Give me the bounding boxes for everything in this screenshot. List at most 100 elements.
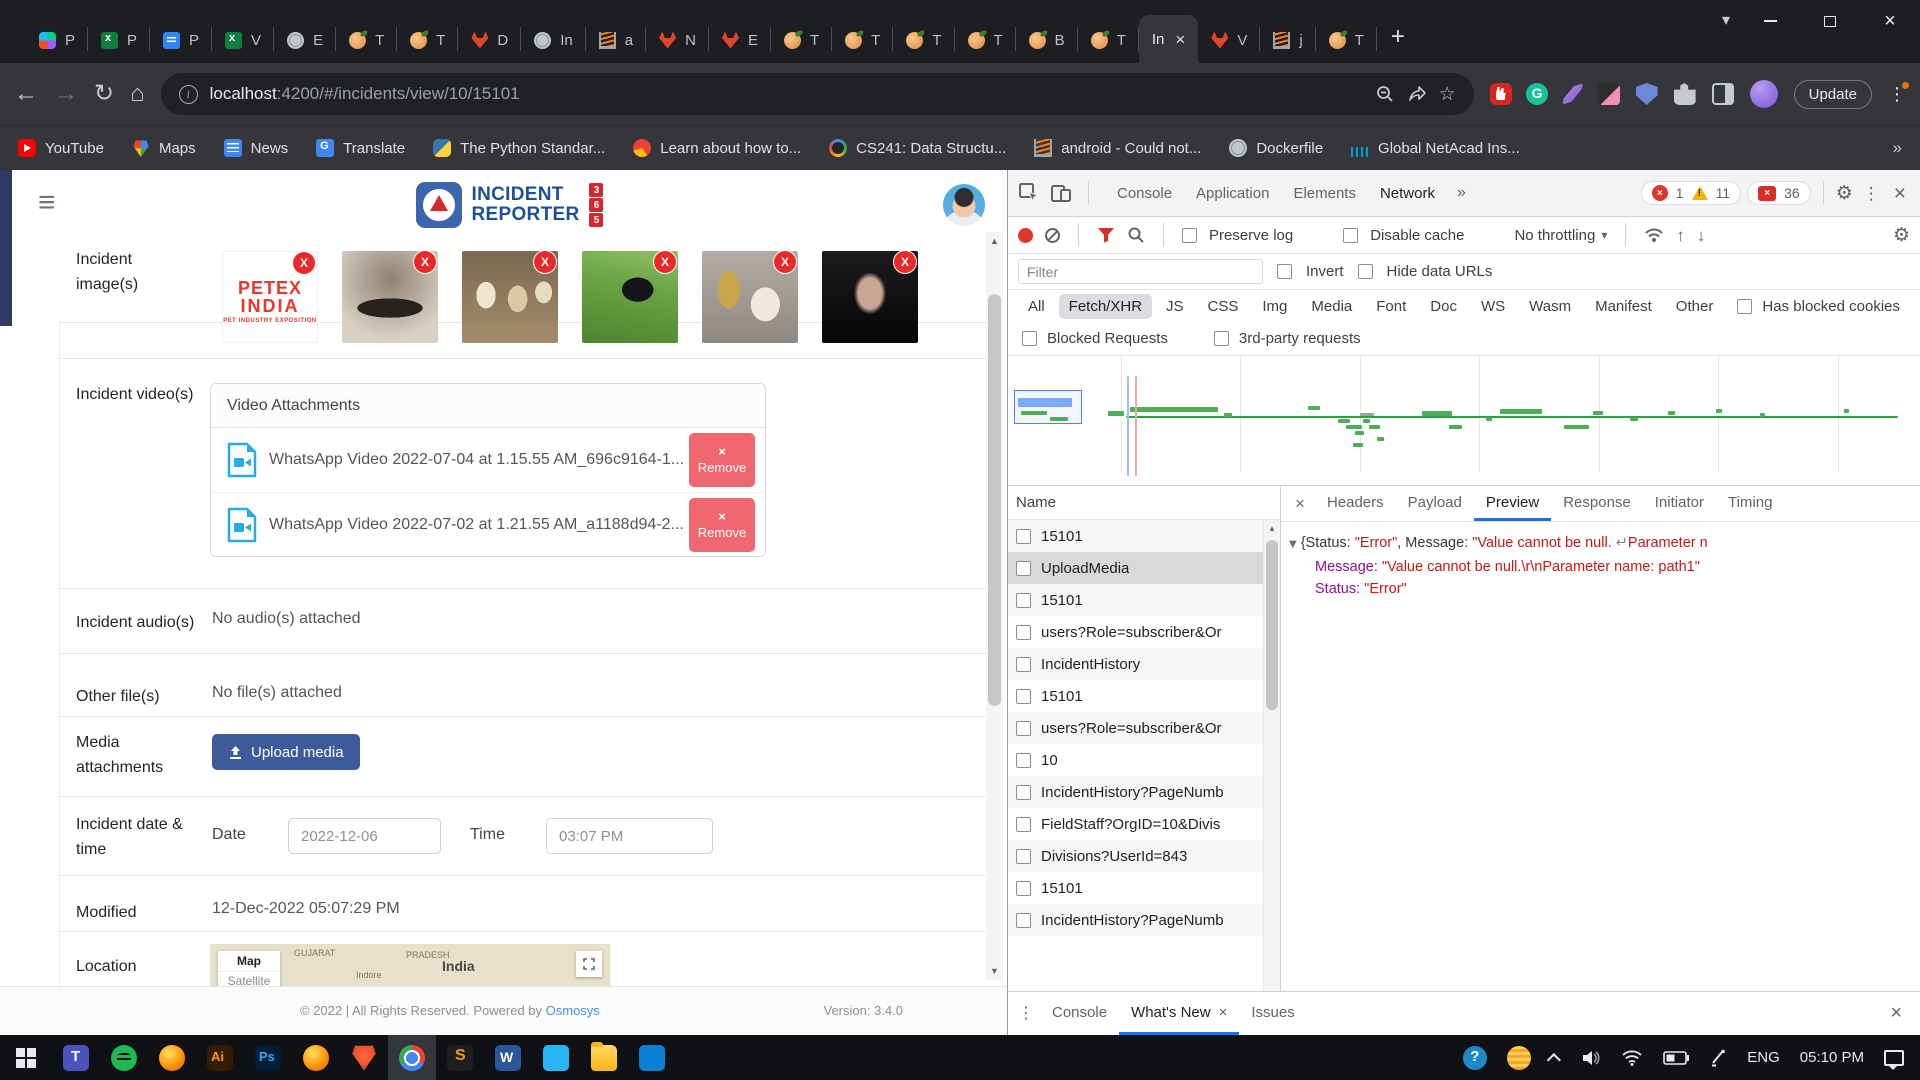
scroll-thumb[interactable] xyxy=(988,294,1001,706)
bookmark-item[interactable]: News xyxy=(224,139,289,157)
bookmark-item[interactable]: The Python Standar... xyxy=(433,139,605,157)
map-button[interactable]: Map xyxy=(218,951,280,971)
zoom-out-icon[interactable] xyxy=(1375,84,1395,104)
browser-tab[interactable]: T × xyxy=(832,17,893,63)
inspect-element-icon[interactable] xyxy=(1018,182,1040,204)
start-button[interactable] xyxy=(0,1035,52,1080)
incident-image-thumbnail[interactable]: X xyxy=(342,251,438,343)
remove-image-icon[interactable]: X xyxy=(293,252,315,274)
location-map[interactable]: GUJARAT PRADESH India Indore Map Satelli… xyxy=(210,944,610,988)
request-checkbox[interactable] xyxy=(1016,721,1031,736)
browser-tab[interactable]: V × xyxy=(212,17,274,63)
tray-expand-icon[interactable] xyxy=(1551,1053,1561,1063)
network-request-row[interactable]: FieldStaff?OrgID=10&Divis xyxy=(1008,808,1280,840)
request-checkbox[interactable] xyxy=(1016,593,1031,608)
site-info-icon[interactable]: i xyxy=(179,85,198,104)
extension-icon[interactable] xyxy=(1562,83,1584,105)
side-panel-icon[interactable] xyxy=(1712,83,1734,105)
browser-tab[interactable]: T × xyxy=(1078,17,1139,63)
browser-tab[interactable]: T × xyxy=(893,17,954,63)
scroll-thumb[interactable] xyxy=(1266,540,1278,710)
taskbar-app[interactable] xyxy=(148,1035,196,1080)
invert-checkbox[interactable] xyxy=(1277,264,1292,279)
third-party-checkbox[interactable] xyxy=(1214,331,1229,346)
taskbar-app[interactable] xyxy=(292,1035,340,1080)
bookmark-item[interactable]: Global NetAcad Ins... xyxy=(1351,139,1520,157)
extension-icon[interactable] xyxy=(1490,83,1512,105)
issues-badge[interactable]: × 36 xyxy=(1747,181,1811,205)
browser-tab[interactable]: E × xyxy=(274,17,336,63)
preserve-log-checkbox[interactable] xyxy=(1182,228,1197,243)
taskbar-app[interactable] xyxy=(628,1035,676,1080)
resource-filter-chip[interactable]: WS xyxy=(1471,294,1515,319)
weather-tray-icon[interactable] xyxy=(1507,1046,1531,1070)
extension-icon[interactable] xyxy=(1598,83,1620,105)
tab-search-icon[interactable]: ▾ xyxy=(1722,10,1730,30)
home-button[interactable]: ⌂ xyxy=(130,82,145,106)
taskbar-app[interactable] xyxy=(100,1035,148,1080)
taskbar-app[interactable] xyxy=(244,1035,292,1080)
blocked-requests-checkbox[interactable] xyxy=(1022,331,1037,346)
drawer-tab[interactable]: What's New × xyxy=(1119,992,1239,1035)
bookmark-item[interactable]: CS241: Data Structu... xyxy=(829,139,1006,157)
notification-center-icon[interactable] xyxy=(1884,1050,1904,1066)
browser-tab[interactable]: In × xyxy=(1139,15,1198,63)
browser-tab[interactable]: P × xyxy=(88,17,150,63)
browser-tab[interactable]: P × xyxy=(150,17,212,63)
remove-image-icon[interactable]: X xyxy=(654,251,676,273)
wifi-icon[interactable] xyxy=(1621,1049,1643,1066)
devtools-tab[interactable]: Application xyxy=(1184,170,1281,216)
network-request-row[interactable]: IncidentHistory xyxy=(1008,648,1280,680)
drawer-tab[interactable]: Issues × xyxy=(1239,992,1306,1035)
bookmarks-overflow-icon[interactable]: » xyxy=(1893,138,1902,158)
request-checkbox[interactable] xyxy=(1016,785,1031,800)
network-request-row[interactable]: users?Role=subscriber&Or xyxy=(1008,712,1280,744)
network-request-row[interactable]: UploadMedia xyxy=(1008,552,1280,584)
help-tray-icon[interactable] xyxy=(1463,1046,1487,1070)
request-list-scrollbar[interactable]: ▲ ▼ xyxy=(1263,520,1280,1004)
browser-menu-icon[interactable]: ⋮ xyxy=(1888,84,1906,105)
overview-selection[interactable] xyxy=(1014,390,1082,424)
resource-filter-chip[interactable]: Manifest xyxy=(1585,294,1662,319)
update-button[interactable]: Update xyxy=(1794,80,1872,109)
network-request-row[interactable]: 15101 xyxy=(1008,584,1280,616)
page-scrollbar[interactable]: ▲ ▼ xyxy=(986,232,1003,980)
osmosys-link[interactable]: Osmosys xyxy=(546,1003,600,1018)
extensions-puzzle-icon[interactable] xyxy=(1674,83,1696,105)
export-har-icon[interactable]: ↓ xyxy=(1697,227,1706,244)
drawer-tab[interactable]: Console × xyxy=(1040,992,1119,1035)
expand-arrow-icon[interactable]: ▼ xyxy=(1289,534,1297,556)
request-checkbox[interactable] xyxy=(1016,689,1031,704)
map-fullscreen-icon[interactable] xyxy=(576,951,602,977)
devtools-menu-icon[interactable]: ⋮ xyxy=(1859,185,1884,202)
resource-filter-chip[interactable]: Doc xyxy=(1420,294,1467,319)
profile-avatar[interactable] xyxy=(1750,80,1778,108)
battery-icon[interactable] xyxy=(1663,1051,1689,1065)
time-input[interactable]: 03:07 PM xyxy=(546,818,713,854)
network-request-row[interactable]: Divisions?UserId=843 xyxy=(1008,840,1280,872)
browser-tab[interactable]: P × xyxy=(26,17,88,63)
detail-tab[interactable]: Response xyxy=(1551,486,1643,521)
resource-filter-chip[interactable]: Fetch/XHR xyxy=(1059,294,1152,319)
resource-filter-chip[interactable]: JS xyxy=(1156,294,1194,319)
detail-tab[interactable]: Headers xyxy=(1315,486,1396,521)
request-checkbox[interactable] xyxy=(1016,817,1031,832)
browser-tab[interactable]: N × xyxy=(646,17,709,63)
maximize-button[interactable] xyxy=(1800,0,1860,42)
resource-filter-chip[interactable]: Wasm xyxy=(1519,294,1581,319)
resource-filter-chip[interactable]: Other xyxy=(1666,294,1724,319)
new-tab-button[interactable]: + xyxy=(1391,23,1405,51)
network-request-row[interactable]: users?Role=subscriber&Or xyxy=(1008,616,1280,648)
browser-tab[interactable]: T × xyxy=(397,17,458,63)
hide-data-urls-checkbox[interactable] xyxy=(1358,264,1373,279)
browser-tab[interactable]: E × xyxy=(709,17,771,63)
tab-close-icon[interactable]: × xyxy=(1175,31,1185,48)
browser-tab[interactable]: B × xyxy=(1016,17,1078,63)
clock[interactable]: 05:10 PM xyxy=(1800,1049,1864,1066)
throttling-dropdown[interactable]: No throttling ▾ xyxy=(1514,227,1607,244)
request-checkbox[interactable] xyxy=(1016,849,1031,864)
clear-icon[interactable] xyxy=(1045,228,1060,243)
scroll-up-icon[interactable]: ▲ xyxy=(986,232,1003,250)
remove-image-icon[interactable]: X xyxy=(774,251,796,273)
request-checkbox[interactable] xyxy=(1016,561,1031,576)
